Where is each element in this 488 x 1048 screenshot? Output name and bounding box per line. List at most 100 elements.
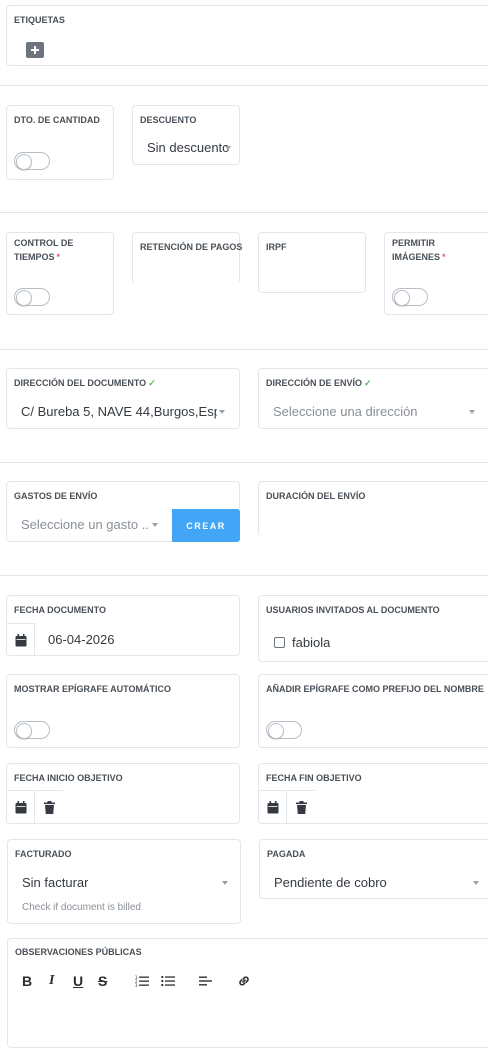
separator (0, 462, 488, 463)
duracion-envio-label: DURACIÓN DEL ENVÍO (266, 491, 366, 501)
check-icon: ✓ (364, 378, 372, 388)
duracion-envio-card: DURACIÓN DEL ENVÍO (258, 481, 488, 536)
fecha-fin-calendar-button[interactable] (259, 790, 287, 824)
direccion-envio-card: DIRECCIÓN DE ENVÍO ✓ Seleccione una direc… (258, 368, 488, 429)
fecha-inicio-calendar-button[interactable] (7, 790, 35, 824)
direccion-documento-label: DIRECCIÓN DEL DOCUMENTO ✓ (14, 376, 156, 390)
chevron-down-icon (152, 523, 158, 527)
plus-icon (31, 46, 39, 54)
fecha-fin-card: FECHA FIN OBJETIVO (258, 763, 488, 824)
ordered-list-button[interactable]: 123 (134, 974, 150, 988)
gastos-envio-select[interactable]: Seleccione un gasto ... (8, 510, 172, 540)
retencion-pagos-label: RETENCIÓN DE PAGOS (140, 242, 243, 252)
bold-button[interactable]: B (22, 973, 32, 989)
align-left-icon (198, 976, 212, 986)
descuento-label: DESCUENTO (140, 115, 197, 125)
fecha-inicio-card: FECHA INICIO OBJETIVO (6, 763, 240, 824)
fecha-inicio-clear-button[interactable] (35, 790, 63, 824)
required-marker: * (442, 252, 446, 262)
fecha-documento-input[interactable]: 06-04-2026 (48, 632, 115, 647)
user-name: fabiola (292, 635, 331, 650)
ordered-list-icon: 123 (135, 975, 149, 987)
direccion-documento-text: DIRECCIÓN DEL DOCUMENTO (14, 378, 147, 388)
control-tiempos-text: CONTROL DE TIEMPOS (14, 238, 74, 262)
add-tag-button[interactable] (26, 42, 44, 58)
link-icon (239, 976, 249, 986)
facturado-value: Sin facturar (22, 875, 89, 890)
mostrar-epigrafe-toggle[interactable] (14, 721, 50, 739)
fecha-fin-label: FECHA FIN OBJETIVO (266, 773, 362, 783)
chevron-down-icon (222, 881, 228, 885)
permitir-imagenes-label: PERMITIR IMÁGENES * (392, 236, 462, 264)
gastos-envio-label: GASTOS DE ENVÍO (14, 491, 98, 501)
irpf-card: IRPF (258, 232, 366, 293)
pagada-card: PAGADA Pendiente de cobro (259, 839, 488, 899)
dto-cantidad-card: DTO. DE CANTIDAD (6, 105, 114, 180)
fecha-fin-clear-button[interactable] (287, 790, 315, 824)
underline-button[interactable]: U (73, 973, 83, 989)
anadir-epigrafe-label: AÑADIR EPÍGRAFE COMO PREFIJO DEL NOMBRE (266, 684, 484, 694)
control-tiempos-toggle[interactable] (14, 288, 50, 306)
facturado-help: Check if document is billed (22, 902, 141, 913)
direccion-documento-card: DIRECCIÓN DEL DOCUMENTO ✓ C/ Bureba 5, NA… (6, 368, 240, 429)
pagada-select[interactable]: Pendiente de cobro (261, 868, 488, 898)
calendar-icon (15, 633, 26, 646)
facturado-card: FACTURADO Sin facturar Check if document… (7, 839, 241, 924)
etiquetas-label: ETIQUETAS (14, 15, 65, 25)
descuento-select[interactable]: Sin descuento (134, 134, 239, 162)
dto-cantidad-toggle[interactable] (14, 152, 50, 170)
editor-toolbar: B I U S 123 (8, 973, 488, 993)
pagada-value: Pendiente de cobro (274, 875, 387, 890)
direccion-envio-select[interactable]: Seleccione una dirección (260, 397, 488, 427)
control-tiempos-label: CONTROL DE TIEMPOS * (14, 236, 94, 264)
calendar-icon (267, 801, 278, 814)
dto-cantidad-label: DTO. DE CANTIDAD (14, 115, 100, 125)
facturado-select[interactable]: Sin facturar (9, 868, 239, 898)
trash-icon (295, 801, 307, 814)
required-marker: * (56, 252, 61, 262)
retencion-pagos-card: RETENCIÓN DE PAGOS (132, 232, 243, 284)
etiquetas-card: ETIQUETAS (6, 5, 488, 66)
fecha-documento-label: FECHA DOCUMENTO (14, 605, 106, 615)
direccion-documento-value: C/ Bureba 5, NAVE 44,Burgos,Esp... (21, 404, 217, 419)
calendar-icon (15, 801, 26, 814)
separator (0, 575, 488, 576)
descuento-value: Sin descuento (147, 140, 230, 155)
italic-button[interactable]: I (49, 973, 54, 989)
anadir-epigrafe-toggle[interactable] (266, 721, 302, 739)
usuarios-invitados-card: USUARIOS INVITADOS AL DOCUMENTO fabiola (258, 595, 488, 662)
observaciones-card: OBSERVACIONES PÚBLICAS B I U S 123 (7, 938, 488, 1048)
descuento-card: DESCUENTO Sin descuento (132, 105, 240, 165)
permitir-imagenes-card: PERMITIR IMÁGENES * (384, 232, 488, 315)
gastos-envio-placeholder: Seleccione un gasto ... (21, 517, 149, 532)
gastos-envio-card: GASTOS DE ENVÍO Seleccione un gasto ... … (6, 481, 240, 542)
separator (0, 349, 488, 350)
pagada-label: PAGADA (267, 849, 306, 859)
chevron-down-icon (469, 410, 475, 414)
fecha-inicio-label: FECHA INICIO OBJETIVO (14, 773, 123, 783)
separator (0, 85, 488, 86)
calendar-button[interactable] (7, 623, 35, 656)
check-icon: ✓ (148, 378, 156, 388)
direccion-documento-select[interactable]: C/ Bureba 5, NAVE 44,Burgos,Esp... (8, 397, 238, 427)
link-button[interactable] (236, 974, 252, 988)
svg-text:3: 3 (135, 983, 138, 987)
observaciones-editor[interactable] (9, 997, 488, 1047)
permitir-imagenes-toggle[interactable] (392, 288, 428, 306)
align-left-button[interactable] (197, 974, 213, 988)
strikethrough-button[interactable]: S (98, 973, 107, 989)
anadir-epigrafe-card: AÑADIR EPÍGRAFE COMO PREFIJO DEL NOMBRE (258, 674, 488, 748)
observaciones-label: OBSERVACIONES PÚBLICAS (15, 947, 142, 957)
mostrar-epigrafe-label: MOSTRAR EPÍGRAFE AUTOMÁTICO (14, 684, 171, 694)
chevron-down-icon (225, 146, 231, 150)
direccion-envio-text: DIRECCIÓN DE ENVÍO (266, 378, 363, 388)
direccion-envio-label: DIRECCIÓN DE ENVÍO ✓ (266, 376, 372, 390)
fecha-documento-card: FECHA DOCUMENTO 06-04-2026 (6, 595, 240, 656)
chevron-down-icon (473, 881, 479, 885)
bullet-list-button[interactable] (160, 974, 176, 988)
user-checkbox[interactable] (274, 637, 285, 648)
crear-button[interactable]: CREAR (172, 509, 240, 542)
bullet-list-icon (161, 975, 175, 987)
usuarios-invitados-label: USUARIOS INVITADOS AL DOCUMENTO (266, 605, 440, 615)
irpf-label: IRPF (266, 242, 287, 252)
